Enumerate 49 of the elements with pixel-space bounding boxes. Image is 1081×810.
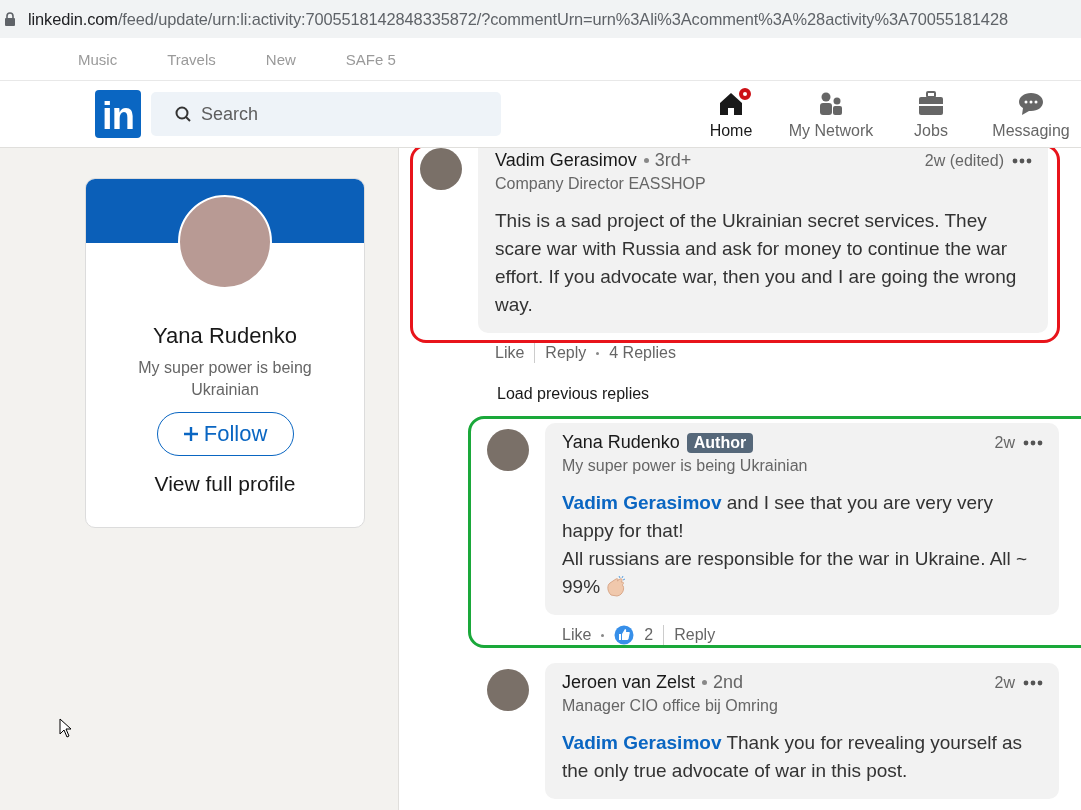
comment-time: 2w (edited)	[924, 151, 1004, 170]
house-icon	[717, 90, 745, 118]
thumbs-up-icon	[614, 625, 635, 645]
profile-headline: My super power is being Ukrainian	[137, 358, 313, 400]
nav-tab[interactable]: Jobs	[881, 84, 981, 144]
reply-link[interactable]: Reply	[545, 344, 587, 362]
comment-text: Vadim Gerasimov and I see that you are very very happy for that! All russians are responsible for the war in Ukraine. All ~ 99%	[562, 491, 1029, 599]
reply-link[interactable]: Reply	[674, 626, 716, 644]
author-name[interactable]: Jeroen van Zelst	[562, 672, 696, 693]
view-profile-link[interactable]: View full profile	[154, 472, 296, 496]
more-options-icon	[1023, 679, 1043, 686]
author-headline: My super power is being Ukrainian	[562, 457, 809, 475]
author-headline: Company Director EASSHOP	[495, 175, 707, 193]
comment-text: Vadim Gerasimov Thank you for revealing yourself as the only true advocate of war in this post.	[562, 731, 1024, 783]
mention-link[interactable]: Vadim Gerasimov	[562, 492, 722, 513]
author-headline: Manager CIO office bij Omring	[562, 697, 779, 715]
nav-tab[interactable]: My Network	[781, 84, 881, 144]
nav-tab[interactable]: Messaging	[981, 84, 1081, 144]
search-icon	[175, 106, 191, 122]
comment-time: 2w	[994, 673, 1015, 692]
plus-icon	[182, 426, 199, 442]
linkedin-logo[interactable]: in	[95, 90, 141, 138]
avatar-photo	[487, 429, 529, 471]
replies-count-link[interactable]: 4 Replies	[609, 344, 676, 362]
author-name[interactable]: Vadim Gerasimov	[495, 150, 637, 171]
connection-degree: 2nd	[702, 672, 744, 693]
follow-button[interactable]: Follow	[156, 412, 294, 456]
like-link[interactable]: Like	[495, 344, 525, 362]
avatar-photo	[487, 669, 529, 711]
reaction-count[interactable]: 2	[644, 626, 654, 644]
load-previous-replies-link[interactable]: Load previous replies	[497, 385, 1081, 403]
like-link[interactable]: Like	[562, 626, 592, 644]
nav-tab[interactable]: Home	[681, 84, 781, 144]
author-badge: Author	[686, 432, 754, 453]
more-options-icon	[1012, 157, 1032, 164]
briefcase-icon	[917, 90, 945, 118]
mouse-cursor-icon	[59, 718, 72, 738]
author-name[interactable]: Yana Rudenko	[562, 432, 680, 453]
comment-text: This is a sad project of the Ukrainian secret services. They scare war with Russia and ask for money to continue the war effort. If you advocate war, then you and I are going the wrong way.	[495, 209, 1018, 317]
search-field[interactable]: Search	[151, 92, 501, 136]
avatar-photo	[420, 148, 462, 190]
chat-bubble-icon	[1017, 90, 1045, 118]
profile-name: Yana Rudenko	[153, 323, 297, 349]
more-options-icon	[1023, 439, 1043, 446]
lock-icon	[4, 12, 16, 26]
mention-link[interactable]: Vadim Gerasimov	[562, 732, 722, 753]
connection-degree: 3rd+	[643, 150, 692, 171]
people-icon	[817, 90, 845, 118]
comment-time: 2w	[994, 433, 1015, 452]
